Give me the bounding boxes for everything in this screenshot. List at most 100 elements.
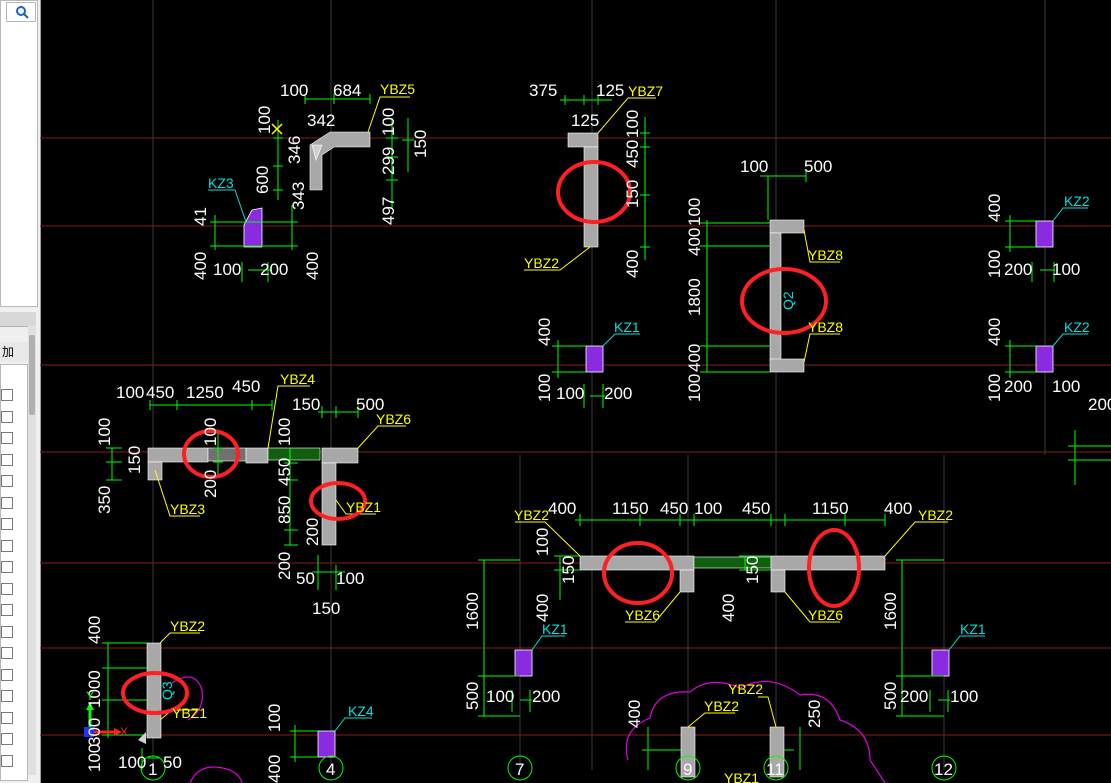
dim-text: 400 [191,252,210,280]
property-row-checkbox[interactable] [1,625,13,638]
property-row-checkbox[interactable] [1,432,13,444]
property-row-checkbox[interactable] [1,496,13,509]
label-ybz7[interactable]: YBZ7 [628,83,663,99]
property-row-checkbox[interactable] [1,389,13,401]
wall-ybz5[interactable] [309,131,371,191]
wall-ybz7[interactable] [567,132,599,148]
property-row-checkbox[interactable] [1,647,13,659]
dim-text: 100 [623,110,642,138]
label-ybz2[interactable]: YBZ2 [524,255,559,271]
search-button[interactable] [6,2,36,22]
dim-text: 100 [685,198,704,226]
axis-label-7[interactable]: 7 [515,760,524,779]
label-ybz2[interactable]: YBZ2 [170,618,205,634]
dim-text: 200 [260,260,288,279]
axis-label-12[interactable]: 12 [934,760,953,779]
dim-text: 100 [201,418,220,446]
dim-text: 400 [985,318,1004,346]
axis-y-label: Y [86,689,94,703]
label-kz1[interactable]: KZ1 [614,319,640,335]
column-kz1[interactable] [585,345,604,373]
label-kz2[interactable]: KZ2 [1064,319,1090,335]
axis-label-9[interactable]: 9 [683,760,692,779]
dim-text: 100 [336,569,364,588]
dim-text: 500 [881,682,900,710]
column-kz2[interactable] [1035,345,1054,373]
dim-text: 100 [379,108,398,136]
label-ybz4[interactable]: YBZ4 [280,371,315,387]
column-kz1[interactable] [931,649,950,677]
label-ybz3[interactable]: YBZ3 [170,501,205,517]
axis-label-1[interactable]: 1 [148,760,157,779]
panel-scrollbar[interactable] [28,325,36,775]
left-properties-panel: 加 [0,0,41,783]
label-ybz2[interactable]: YBZ2 [728,681,763,697]
dim-text: 200 [275,552,294,580]
dim-text: 125 [571,111,599,130]
property-row-checkbox[interactable] [1,561,13,573]
label-kz4[interactable]: KZ4 [348,703,374,719]
column-kz3[interactable] [243,207,263,248]
cad-drawing-canvas[interactable]: 100 684 342 100 100 150 346 299 600 343 … [40,0,1111,783]
label-ybz2[interactable]: YBZ2 [514,507,549,523]
property-row-checkbox[interactable] [1,453,13,466]
dim-text: 400 [685,344,704,372]
property-row-checkbox[interactable] [1,410,13,423]
dim-text: 342 [307,111,335,130]
label-kz1[interactable]: KZ1 [960,621,986,637]
dim-text: 497 [379,197,398,225]
property-row-checkbox[interactable] [1,604,13,616]
wall-segment[interactable] [207,447,247,462]
label-ybz8[interactable]: YBZ8 [808,247,843,263]
dimension-lines [102,94,1111,770]
search-icon [16,6,29,19]
label-q3[interactable]: Q3 [159,681,175,700]
label-ybz8[interactable]: YBZ8 [808,319,843,335]
label-q2[interactable]: Q2 [780,291,796,310]
label-ybz6[interactable]: YBZ6 [625,607,660,623]
wall-ybz4[interactable] [245,447,269,464]
wall-ybz6-left[interactable] [579,555,695,571]
property-row-checkbox[interactable] [1,475,13,487]
column-kz4[interactable] [317,730,336,758]
label-ybz1[interactable]: YBZ1 [346,499,381,515]
wall-ybz6-right[interactable] [770,555,886,571]
label-kz2[interactable]: KZ2 [1064,193,1090,209]
label-ybz5[interactable]: YBZ5 [380,81,415,97]
column-kz2[interactable] [1035,220,1054,248]
axis-label-4[interactable]: 4 [326,760,335,779]
column-kz1[interactable] [514,649,533,677]
label-ybz1[interactable]: YBZ1 [172,705,207,721]
dim-text: 450 [275,458,294,486]
property-row-checkbox[interactable] [1,711,13,724]
scrollbar-thumb[interactable] [29,335,35,415]
wall-ybz6-left-leg[interactable] [679,569,695,593]
label-ybz1[interactable]: YBZ1 [724,770,759,783]
axis-bubbles [140,755,957,781]
property-row-checkbox[interactable] [1,733,13,745]
wall-ybz1[interactable] [321,462,337,546]
axis-label-11[interactable]: 11 [766,760,784,779]
label-kz3[interactable]: KZ3 [208,175,234,191]
property-row-checkbox[interactable] [1,754,13,767]
wall-ybz6[interactable] [321,447,359,464]
dim-text: 150 [125,446,144,474]
wall-ybz8-top[interactable] [769,219,805,234]
property-row-checkbox[interactable] [1,518,13,530]
property-row-checkbox[interactable] [1,539,13,552]
label-ybz6[interactable]: YBZ6 [376,411,411,427]
label-kz1[interactable]: KZ1 [542,621,568,637]
label-ybz2[interactable]: YBZ2 [918,507,953,523]
property-row-checkbox[interactable] [1,668,13,681]
dim-text: 100 [265,704,284,732]
wall-ybz3[interactable] [147,447,209,463]
axis-x-label: X [120,725,128,739]
wall-ybz8-bottom[interactable] [769,358,805,373]
dim-text: 100 [985,374,1004,402]
wall-ybz6-right-leg[interactable] [770,569,786,593]
property-row-checkbox[interactable] [1,690,13,702]
dim-text: 200 [1004,260,1032,279]
label-ybz6[interactable]: YBZ6 [808,607,843,623]
label-ybz2[interactable]: YBZ2 [704,698,739,714]
property-row-checkbox[interactable] [1,582,13,595]
